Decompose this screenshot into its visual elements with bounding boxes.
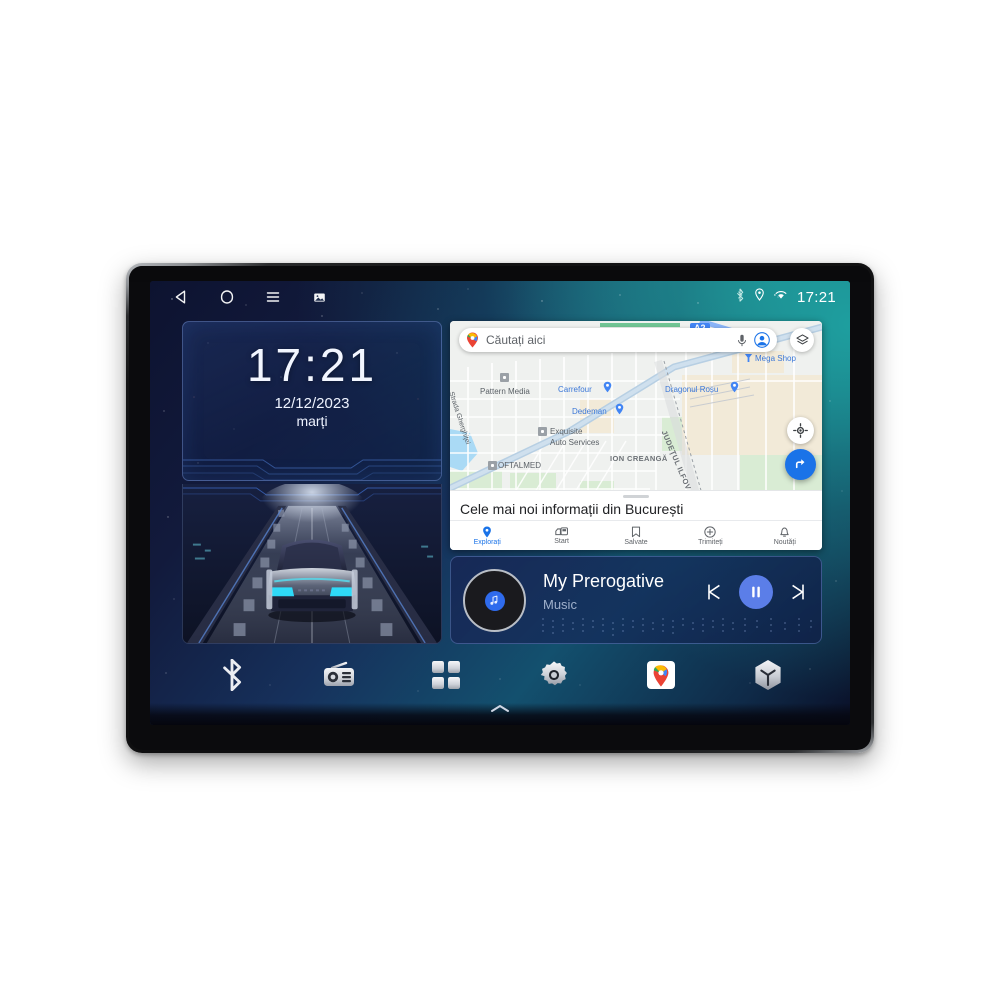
google-maps-icon <box>646 661 675 689</box>
map-poi-marker[interactable] <box>538 427 547 436</box>
bluetooth-icon <box>735 288 745 307</box>
map-label-carrefour[interactable]: Carrefour <box>558 385 592 394</box>
google-maps-widget[interactable]: Pattern Media Carrefour Dedeman Exquisit… <box>450 321 822 550</box>
clock-widget-day: marți <box>296 413 328 429</box>
directions-icon <box>795 459 805 469</box>
chevron-up-icon[interactable] <box>489 703 511 715</box>
map-label-auto-services: Auto Services <box>550 438 600 447</box>
map-layers-button[interactable] <box>790 328 814 352</box>
status-bar: 17:21 <box>150 281 850 313</box>
home-icon[interactable] <box>218 288 236 306</box>
track-title: My Prerogative <box>543 571 665 591</box>
music-controls <box>703 575 809 609</box>
clock-widget-time: 17:21 <box>246 339 378 391</box>
map-bottom-nav: Explorați Start Salvate Trimiteți Noutăț… <box>450 520 822 550</box>
next-track-button[interactable] <box>787 581 809 603</box>
gear-icon <box>540 661 567 686</box>
contribute-plus-icon <box>704 525 717 538</box>
menu-icon[interactable] <box>264 288 282 306</box>
map-pin-dedeman[interactable] <box>615 403 624 415</box>
map-pin-dragonul-rosu[interactable] <box>730 381 739 393</box>
screenshot-icon[interactable] <box>310 288 328 306</box>
map-sheet-title: Cele mai noi informații din București <box>460 501 684 517</box>
bookmark-icon <box>631 526 641 537</box>
my-location-icon <box>793 423 808 438</box>
map-poi-marker[interactable] <box>488 461 497 470</box>
location-pin-icon <box>754 288 765 306</box>
map-pin-mega-shop[interactable] <box>744 353 753 363</box>
map-nav-saved[interactable]: Salvate <box>599 526 673 546</box>
directions-button[interactable] <box>785 449 816 480</box>
car-animation-widget[interactable] <box>182 484 442 644</box>
explore-pin-icon <box>483 526 492 537</box>
map-nav-updates-label: Noutăți <box>773 538 796 546</box>
wifi-icon <box>774 288 788 306</box>
map-nav-explore-label: Explorați <box>473 538 501 546</box>
apps-grid-icon <box>432 661 461 689</box>
clock-widget-date: 12/12/2023 <box>274 395 350 412</box>
map-nav-contribute-label: Trimiteți <box>698 538 723 546</box>
map-bottom-sheet[interactable]: Cele mai noi informații din București Ex… <box>450 490 822 550</box>
my-location-button[interactable] <box>787 417 814 444</box>
app-dock <box>150 649 850 701</box>
map-label-ion-creanga: ION CREANGĂ <box>610 454 668 463</box>
map-nav-updates[interactable]: Noutăți <box>748 526 822 546</box>
map-nav-explore[interactable]: Explorați <box>450 526 524 546</box>
map-search-input[interactable]: Căutați aici <box>486 333 730 347</box>
navigation-buttons <box>150 288 328 306</box>
pause-icon <box>752 586 760 598</box>
dock-item-maps[interactable] <box>638 652 684 698</box>
skip-next-icon <box>792 584 804 600</box>
previous-track-button[interactable] <box>703 581 725 603</box>
map-poi-marker[interactable] <box>500 373 509 382</box>
maps-pin-icon <box>467 332 478 348</box>
map-pin-carrefour[interactable] <box>603 381 612 393</box>
bell-icon <box>780 527 789 537</box>
radio-icon <box>323 661 354 686</box>
album-art[interactable] <box>463 569 526 632</box>
map-label-dedeman[interactable]: Dedeman <box>572 407 607 416</box>
commute-icon <box>555 527 569 536</box>
cube-icon <box>755 660 781 690</box>
status-indicators: 17:21 <box>735 288 850 307</box>
map-nav-start-label: Start <box>554 538 569 545</box>
map-label-dragonul-rosu[interactable]: Dragonul Roșu <box>665 385 718 394</box>
dock-item-cube[interactable] <box>745 652 791 698</box>
vinyl-record-icon <box>484 590 505 611</box>
dock-item-radio[interactable] <box>316 652 362 698</box>
dock-item-bluetooth[interactable] <box>209 652 255 698</box>
bluetooth-icon <box>222 659 241 691</box>
dock-item-apps[interactable] <box>423 652 469 698</box>
music-player-widget[interactable]: My Prerogative Music <box>450 556 822 644</box>
map-label-exquisite: Exquisite <box>550 427 583 436</box>
clock-widget[interactable]: 17:21 12/12/2023 marți <box>182 321 442 481</box>
map-layers-icon <box>795 333 809 344</box>
map-nav-contribute[interactable]: Trimiteți <box>673 525 747 546</box>
map-label-oftalmed: OFTALMED <box>498 461 541 470</box>
pause-button[interactable] <box>739 575 773 609</box>
microphone-icon[interactable] <box>737 334 747 347</box>
account-avatar-icon[interactable] <box>754 332 770 348</box>
map-label-mega-shop[interactable]: Mega Shop <box>755 354 796 363</box>
track-subtitle: Music <box>543 597 577 612</box>
map-search-bar[interactable]: Căutați aici <box>459 328 777 352</box>
skip-previous-icon <box>708 584 720 600</box>
status-bar-clock: 17:21 <box>796 288 836 306</box>
device-screen: 17:21 17:21 12/12/2023 marți Pattern Med… <box>150 281 850 725</box>
map-nav-saved-label: Salvate <box>624 538 648 546</box>
head-unit-device: 17:21 17:21 12/12/2023 marți Pattern Med… <box>126 263 874 753</box>
home-indicator-bar[interactable] <box>150 703 850 725</box>
hud-decoration <box>183 459 441 480</box>
map-label-pattern-media: Pattern Media <box>480 387 530 396</box>
back-icon[interactable] <box>172 288 190 306</box>
car-road-scene <box>183 484 441 643</box>
dock-item-settings[interactable] <box>531 652 577 698</box>
equalizer-decoration <box>542 618 812 636</box>
map-nav-start[interactable]: Start <box>524 526 598 545</box>
device-top-strip <box>129 266 871 282</box>
